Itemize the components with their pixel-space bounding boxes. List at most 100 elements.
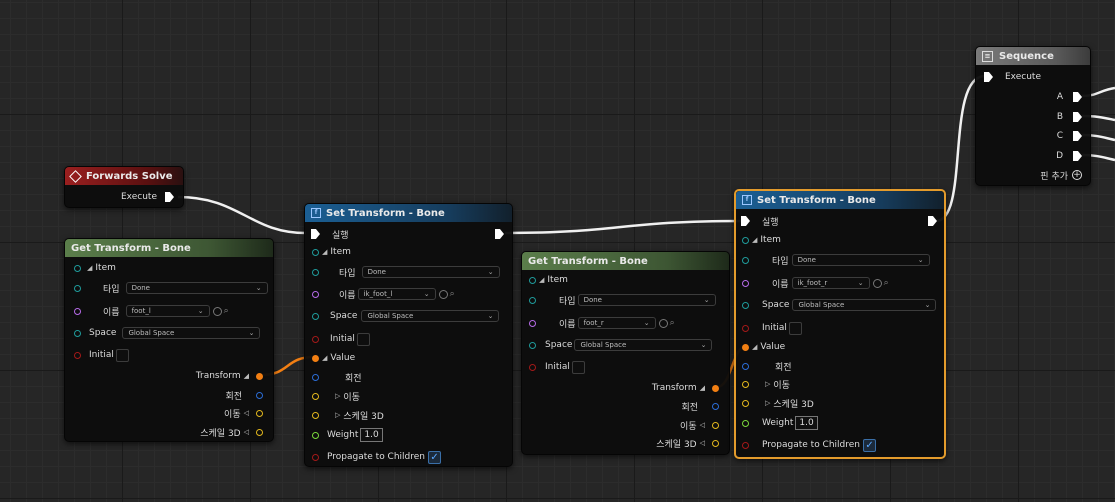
expand-triangle-icon[interactable]: ▷ (335, 392, 340, 400)
initial-checkbox[interactable] (571, 360, 585, 374)
weight-input[interactable]: 1.0 (795, 416, 818, 430)
name-pin[interactable] (529, 319, 536, 327)
initial-pin[interactable] (742, 324, 749, 332)
sequence-header[interactable]: ≡ Sequence (976, 47, 1090, 65)
forwards-solve-node[interactable]: Forwards Solve Execute (64, 166, 184, 208)
expand-triangle-icon[interactable]: ◁ (244, 409, 249, 417)
expand-triangle-icon[interactable]: ▷ (335, 411, 340, 419)
initial-pin[interactable] (74, 351, 81, 359)
exec-out-pin[interactable] (928, 216, 937, 226)
get-transform-bone-node-1[interactable]: Get Transform - Bone ◢ Item 타입 Done ⌄ 이름 foo… (64, 238, 274, 442)
type-pin[interactable] (742, 256, 749, 264)
type-pin[interactable] (74, 284, 81, 292)
expand-triangle-icon[interactable]: ◢ (244, 372, 249, 380)
weight-input[interactable]: 1.0 (360, 428, 383, 442)
rotation-out-pin[interactable] (256, 391, 263, 399)
translation-pin[interactable] (742, 380, 749, 388)
scale-out-pin[interactable] (712, 439, 719, 447)
space-dropdown[interactable]: Global Space ⌄ (361, 310, 500, 322)
translation-out-pin[interactable] (712, 421, 719, 429)
expand-triangle-icon[interactable]: ◢ (322, 248, 327, 256)
transform-out-pin[interactable] (712, 384, 719, 392)
space-pin[interactable] (742, 301, 749, 309)
propagate-pin[interactable] (742, 441, 749, 449)
scale-pin[interactable] (312, 411, 319, 419)
expand-triangle-icon[interactable]: ◁ (700, 439, 705, 447)
name-pin[interactable] (312, 290, 319, 298)
value-pin[interactable] (742, 343, 749, 351)
type-dropdown[interactable]: Done ⌄ (791, 254, 930, 266)
name-dropdown[interactable]: foot_l ⌄ (125, 305, 210, 317)
propagate-checkbox[interactable]: ✓ (863, 438, 877, 452)
then-b-pin[interactable] (1073, 112, 1082, 122)
space-pin[interactable] (74, 329, 81, 337)
weight-pin[interactable] (742, 419, 749, 427)
then-c-pin[interactable] (1073, 131, 1082, 141)
expand-triangle-icon[interactable]: ◢ (87, 264, 92, 272)
initial-pin[interactable] (312, 335, 319, 343)
set-transform-bone-node-1[interactable]: f Set Transform - Bone 실행 ◢ Item 타입 Done ⌄ 이… (304, 203, 513, 467)
propagate-checkbox[interactable]: ✓ (428, 450, 442, 464)
use-selected-icon[interactable] (212, 306, 222, 316)
exec-in-pin[interactable] (984, 72, 993, 82)
sequence-node[interactable]: ≡ Sequence Execute A B C D 핀 추가 + (975, 46, 1091, 186)
exec-out-pin[interactable] (165, 192, 174, 202)
add-pin-button[interactable]: 핀 추가 + (1040, 167, 1082, 183)
item-pin[interactable] (312, 248, 319, 256)
translation-pin[interactable] (312, 392, 319, 400)
expand-triangle-icon[interactable]: ◁ (244, 428, 249, 436)
scale-out-pin[interactable] (256, 428, 263, 436)
rotation-pin[interactable] (312, 373, 319, 381)
use-selected-icon[interactable] (658, 318, 668, 328)
get-transform-header[interactable]: Get Transform - Bone (522, 252, 729, 270)
set-transform-header[interactable]: f Set Transform - Bone (736, 191, 944, 209)
type-pin[interactable] (529, 296, 536, 304)
initial-checkbox[interactable] (788, 321, 802, 335)
type-dropdown[interactable]: Done ⌄ (577, 294, 716, 306)
expand-triangle-icon[interactable]: ◁ (700, 421, 705, 429)
name-dropdown[interactable]: foot_r ⌄ (577, 317, 656, 329)
value-pin[interactable] (312, 354, 319, 362)
exec-in-pin[interactable] (741, 216, 750, 226)
type-dropdown[interactable]: Done ⌄ (125, 282, 268, 294)
get-transform-bone-node-2[interactable]: Get Transform - Bone ◢ Item 타입 Done ⌄ 이름 foo… (521, 251, 730, 455)
forwards-solve-header[interactable]: Forwards Solve (65, 167, 183, 185)
use-selected-icon[interactable] (872, 278, 882, 288)
space-dropdown[interactable]: Global Space ⌄ (574, 339, 713, 351)
scale-pin[interactable] (742, 399, 749, 407)
name-dropdown[interactable]: ik_foot_l ⌄ (357, 288, 436, 300)
expand-triangle-icon[interactable]: ◢ (752, 343, 757, 351)
name-dropdown[interactable]: ik_foot_r ⌄ (791, 277, 870, 289)
expand-triangle-icon[interactable]: ◢ (700, 384, 705, 392)
item-pin[interactable] (529, 276, 536, 284)
initial-checkbox[interactable] (356, 332, 370, 346)
expand-triangle-icon[interactable]: ◢ (539, 276, 544, 284)
then-d-pin[interactable] (1073, 151, 1082, 161)
search-icon[interactable]: ⌕ (224, 306, 229, 316)
search-icon[interactable]: ⌕ (670, 318, 675, 328)
search-icon[interactable]: ⌕ (450, 289, 455, 299)
propagate-pin[interactable] (312, 453, 319, 461)
expand-triangle-icon[interactable]: ◢ (752, 236, 757, 244)
space-dropdown[interactable]: Global Space ⌄ (792, 299, 937, 311)
expand-triangle-icon[interactable]: ▷ (765, 399, 770, 407)
type-dropdown[interactable]: Done ⌄ (361, 266, 500, 278)
initial-pin[interactable] (529, 363, 536, 371)
search-icon[interactable]: ⌕ (884, 278, 889, 288)
exec-in-pin[interactable] (311, 229, 320, 239)
weight-pin[interactable] (312, 431, 319, 439)
item-pin[interactable] (74, 264, 81, 272)
type-pin[interactable] (312, 268, 319, 276)
exec-out-pin[interactable] (495, 229, 504, 239)
expand-triangle-icon[interactable]: ▷ (765, 380, 770, 388)
space-pin[interactable] (529, 341, 536, 349)
initial-checkbox[interactable] (115, 348, 129, 362)
name-pin[interactable] (742, 279, 749, 287)
space-dropdown[interactable]: Global Space ⌄ (122, 327, 261, 339)
name-pin[interactable] (74, 307, 81, 315)
space-pin[interactable] (312, 312, 319, 320)
rotation-pin[interactable] (742, 362, 749, 370)
use-selected-icon[interactable] (438, 289, 448, 299)
get-transform-header[interactable]: Get Transform - Bone (65, 239, 273, 257)
transform-out-pin[interactable] (256, 372, 263, 380)
